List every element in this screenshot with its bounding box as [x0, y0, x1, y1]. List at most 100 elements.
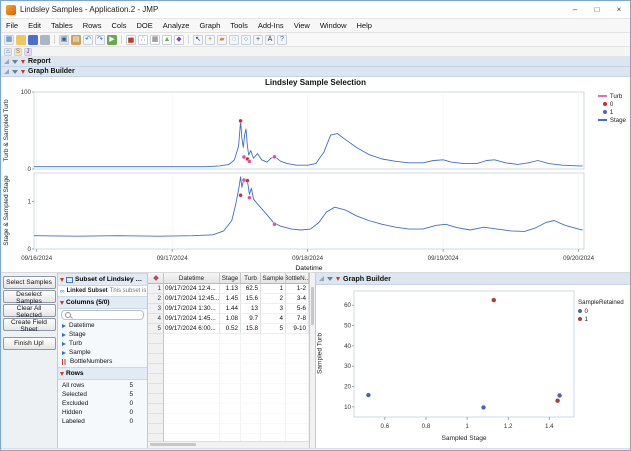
maximize-button[interactable]: □	[586, 1, 608, 18]
column-header-stage[interactable]: Stage	[220, 273, 241, 284]
docking-corner-icon[interactable]	[319, 276, 324, 281]
column-header-sample[interactable]: Sample	[261, 273, 286, 284]
column-item-datetime[interactable]: Datetime	[58, 321, 147, 330]
graph-builder-icon[interactable]: ▲	[162, 35, 172, 45]
cell[interactable]: 1.44	[220, 304, 241, 314]
run-script-icon[interactable]: ▶	[107, 35, 117, 45]
journal-icon[interactable]: J	[24, 48, 32, 56]
arrow-tool-icon[interactable]: ↖	[193, 35, 203, 45]
cell[interactable]: 5-6	[286, 304, 309, 314]
undo-icon[interactable]: ↶	[83, 35, 93, 45]
columns-search-input[interactable]	[61, 310, 144, 320]
cell[interactable]: 9-10	[286, 324, 309, 334]
linked-subset-script-item[interactable]: ∞ Linked Subset This subset is link...	[58, 286, 147, 296]
cell[interactable]: 5	[261, 324, 286, 334]
close-button[interactable]: ×	[608, 1, 630, 18]
column-item-sample[interactable]: Sample	[58, 348, 147, 357]
cell[interactable]: 4	[261, 314, 286, 324]
table-row[interactable]: 109/17/2024 12:4...1.1362.511-2	[148, 284, 309, 294]
fit-y-by-x-icon[interactable]: ∴	[138, 35, 148, 45]
menu-help[interactable]: Help	[352, 19, 377, 32]
scrollbar-thumb[interactable]	[150, 443, 196, 446]
cell[interactable]: 0.52	[220, 324, 241, 334]
cell[interactable]: 9.7	[241, 314, 261, 324]
print-icon[interactable]	[40, 35, 50, 45]
red-triangle-menu-icon[interactable]	[60, 372, 64, 376]
distribution-icon[interactable]: ▅	[126, 35, 136, 45]
red-triangle-menu-icon[interactable]	[60, 278, 64, 282]
docking-corner-icon[interactable]	[4, 59, 9, 64]
copy-icon[interactable]: ▣	[59, 35, 69, 45]
table-row[interactable]: 309/17/2024 1:30...1.441335-6	[148, 304, 309, 314]
cell[interactable]: 1.45	[220, 294, 241, 304]
menu-file[interactable]: File	[1, 19, 23, 32]
column-header-datetime[interactable]: Datetime	[164, 273, 220, 284]
cell[interactable]: 09/17/2024 1:30...	[164, 304, 220, 314]
menu-edit[interactable]: Edit	[23, 19, 46, 32]
menu-graph[interactable]: Graph	[194, 19, 225, 32]
menu-tools[interactable]: Tools	[225, 19, 253, 32]
brush-tool-icon[interactable]: ▰	[217, 35, 227, 45]
column-item-turb[interactable]: Turb	[58, 339, 147, 348]
finish-up-button[interactable]: Finish Up!	[3, 337, 56, 350]
outline-disclosure-icon[interactable]	[12, 70, 18, 74]
scrollbar-thumb[interactable]	[311, 287, 314, 325]
docking-corner-icon[interactable]	[4, 69, 9, 74]
table-row[interactable]: 509/17/2024 6:00...0.5215.859-10	[148, 324, 309, 334]
menu-analyze[interactable]: Analyze	[158, 19, 195, 32]
grabber-tool-icon[interactable]: +	[205, 35, 215, 45]
magnifier-tool-icon[interactable]: ○	[241, 35, 251, 45]
cell[interactable]: 09/17/2024 6:00...	[164, 324, 220, 334]
cell[interactable]: 1-2	[286, 284, 309, 294]
legend-item-1[interactable]: 1	[598, 108, 626, 116]
home-window-icon[interactable]: ⌂	[4, 48, 12, 56]
menu-cols[interactable]: Cols	[106, 19, 131, 32]
cell[interactable]: 15.8	[241, 324, 261, 334]
menu-tables[interactable]: Tables	[46, 19, 78, 32]
redo-icon[interactable]: ↷	[95, 35, 105, 45]
menu-addins[interactable]: Add-Ins	[253, 19, 289, 32]
cell[interactable]: 13	[241, 304, 261, 314]
cell[interactable]: 1.13	[220, 284, 241, 294]
legend-item-turb[interactable]: Turb	[598, 92, 626, 100]
select-samples-button[interactable]: Select Samples	[3, 276, 56, 289]
tabulate-icon[interactable]: ▦	[150, 35, 160, 45]
save-icon[interactable]	[28, 35, 38, 45]
cell[interactable]: 15.6	[241, 294, 261, 304]
legend-item-0[interactable]: 0	[598, 100, 626, 108]
cell[interactable]: 1.08	[220, 314, 241, 324]
cell[interactable]: 1	[261, 284, 286, 294]
menu-window[interactable]: Window	[315, 19, 352, 32]
clear-all-selected-button[interactable]: Clear All Selected	[3, 304, 56, 317]
column-header-turb[interactable]: Turb	[241, 273, 261, 284]
open-icon[interactable]	[16, 35, 26, 45]
crosshair-tool-icon[interactable]: +	[253, 35, 263, 45]
help-tool-icon[interactable]: ?	[277, 35, 287, 45]
new-data-table-icon[interactable]: ▦	[4, 35, 14, 45]
minimize-button[interactable]: –	[564, 1, 586, 18]
column-item-bottlenumbers[interactable]: BottleNumbers	[58, 357, 147, 366]
column-header-bottlen[interactable]: BottleN...	[286, 273, 309, 284]
outline-disclosure-icon[interactable]	[12, 60, 18, 64]
red-triangle-menu-icon[interactable]	[60, 301, 64, 305]
red-triangle-menu-icon[interactable]	[21, 70, 25, 74]
legend-item-stage[interactable]: Stage	[598, 116, 626, 124]
cell[interactable]: 09/17/2024 12:45...	[164, 294, 220, 304]
legend-item-0[interactable]: 0	[578, 307, 624, 315]
deselect-samples-button[interactable]: Deselect Samples	[3, 290, 56, 303]
scatterplot-3d-icon[interactable]: ◆	[174, 35, 184, 45]
create-field-sheet-button[interactable]: Create Field Sheet	[3, 318, 56, 331]
table-row[interactable]: 409/17/2024 1:45...1.089.747-8	[148, 314, 309, 324]
cell[interactable]: 2	[261, 294, 286, 304]
cell[interactable]: 09/17/2024 1:45...	[164, 314, 220, 324]
outline-disclosure-icon[interactable]	[327, 277, 333, 281]
cell[interactable]: 09/17/2024 12:4...	[164, 284, 220, 294]
cell[interactable]: 62.5	[241, 284, 261, 294]
legend-item-1[interactable]: 1	[578, 315, 624, 323]
column-item-stage[interactable]: Stage	[58, 330, 147, 339]
main-chart-plot[interactable]: 01000109/16/202409/17/202409/18/202409/1…	[1, 77, 630, 272]
annotate-tool-icon[interactable]: A	[265, 35, 275, 45]
table-row[interactable]: 209/17/2024 12:45...1.4515.623-4	[148, 294, 309, 304]
cell[interactable]: 7-8	[286, 314, 309, 324]
cell[interactable]: 3	[261, 304, 286, 314]
